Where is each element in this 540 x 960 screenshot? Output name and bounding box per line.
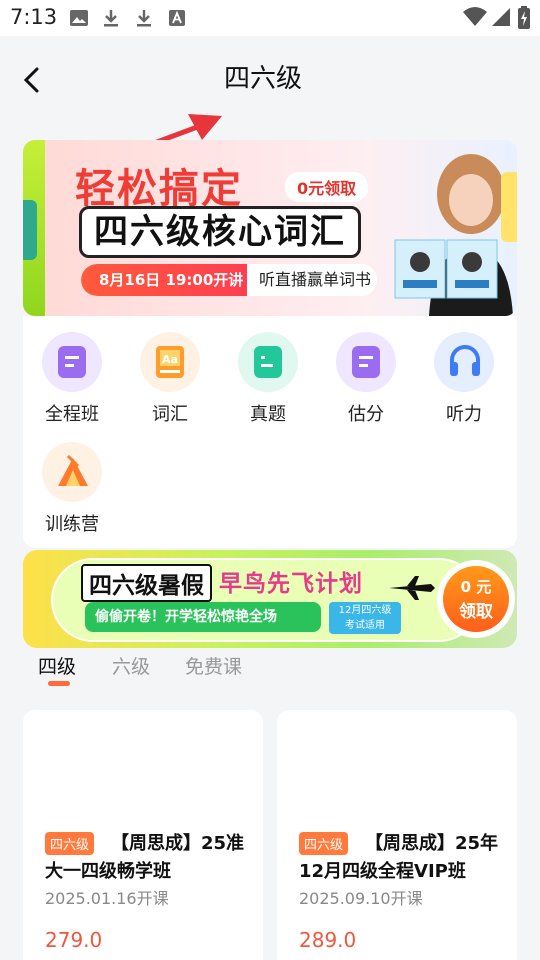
tab-cet6[interactable]: 六级 [112, 652, 150, 679]
category-full-course[interactable]: 全程班 [27, 322, 117, 425]
banner-next-peek [501, 172, 517, 242]
course-card[interactable]: 【周思成】25准大一四级畅学班 四六级 2025.01.16开课 279.0 [23, 710, 263, 960]
banner-date: 8月16日 19:00开讲 [81, 264, 247, 296]
vocabulary-icon: Aa [140, 332, 200, 392]
active-tab-indicator [48, 681, 70, 686]
score-icon [336, 332, 396, 392]
category-past-exams[interactable]: 真题 [223, 322, 313, 425]
banner-subtitle: 四六级核心词汇 [79, 206, 361, 258]
banner-mid-note: 12月四六级 考试适用 [329, 602, 401, 634]
banner-live-pill: 8月16日 19:00开讲 听直播赢单词书 [81, 264, 377, 296]
tab-cet4[interactable]: 四级 [38, 652, 76, 679]
course-category-badge: 四六级 [45, 832, 95, 855]
banner-mid-note-line1: 12月四六级 [338, 605, 392, 616]
airplane-icon [389, 576, 435, 600]
category-vocabulary[interactable]: Aa 词汇 [125, 322, 215, 425]
back-arrow-icon[interactable] [16, 64, 48, 96]
signal-icon [492, 8, 510, 26]
course-price: 289.0 [299, 928, 357, 952]
banner-mid-subtitle: 偷偷开卷！开学轻松惊艳全场 [85, 602, 321, 632]
battery-icon [518, 6, 530, 29]
category-score-estimate[interactable]: 估分 [321, 322, 411, 425]
banner-prev-peek-accent [23, 200, 37, 260]
tab-free-courses[interactable]: 免费课 [185, 652, 242, 679]
image-icon [70, 10, 88, 26]
category-label: 估分 [348, 404, 384, 425]
category-label: 训练营 [45, 514, 99, 535]
download-icon [104, 10, 118, 27]
headphones-icon [434, 332, 494, 392]
claim-free-price: 0 元 [460, 578, 492, 596]
category-label: 真题 [250, 404, 286, 425]
book-covers-icon [394, 239, 498, 299]
claim-free-label: 领取 [459, 602, 493, 622]
banner-mid-title: 四六级暑假 [81, 564, 212, 602]
course-start-date: 2025.09.10开课 [299, 889, 423, 908]
category-label: 听力 [446, 404, 482, 425]
promo-banner-vocabulary[interactable]: 轻松搞定 0元领取 四六级核心词汇 8月16日 19:00开讲 听直播赢单词书 [23, 140, 517, 316]
banner-free-tag: 0元领取 [285, 172, 369, 202]
category-listening[interactable]: 听力 [419, 322, 509, 425]
promo-banner-summer[interactable]: 四六级暑假 早鸟先飞计划 偷偷开卷！开学轻松惊艳全场 12月四六级 考试适用 0… [23, 550, 517, 648]
header: 四六级 [0, 36, 540, 187]
status-bar: 7:13 [0, 0, 540, 36]
course-card[interactable]: 【周思成】25年12月四级全程VIP班 四六级 2025.09.10开课 289… [277, 710, 517, 960]
exam-icon [238, 332, 298, 392]
page-title: 四六级 [224, 64, 303, 94]
claim-free-badge: 0 元 领取 [443, 566, 509, 632]
banner-pill-text: 听直播赢单词书 [259, 270, 372, 289]
claim-free-button[interactable]: 0 元 领取 [437, 560, 515, 638]
course-category-badge: 四六级 [299, 832, 349, 855]
status-time: 7:13 [10, 5, 58, 29]
svg-text:Aa: Aa [162, 353, 178, 366]
category-label: 词汇 [152, 404, 188, 425]
banner-mid-title-highlight: 早鸟先飞计划 [219, 571, 363, 597]
level-tabs: 四级 六级 免费课 [0, 648, 540, 698]
category-label: 全程班 [45, 404, 99, 425]
course-start-date: 2025.01.16开课 [45, 889, 169, 908]
download-icon [137, 10, 151, 27]
banner-mid-note-line2: 考试适用 [345, 620, 385, 631]
course-price: 279.0 [45, 928, 103, 952]
camp-icon [42, 442, 102, 502]
category-training-camp[interactable]: 训练营 [27, 432, 117, 535]
wifi-icon [463, 7, 487, 26]
category-grid: 全程班 Aa 词汇 真题 估分 听力 训练营 [23, 316, 517, 548]
font-icon [169, 10, 185, 26]
course-icon [42, 332, 102, 392]
